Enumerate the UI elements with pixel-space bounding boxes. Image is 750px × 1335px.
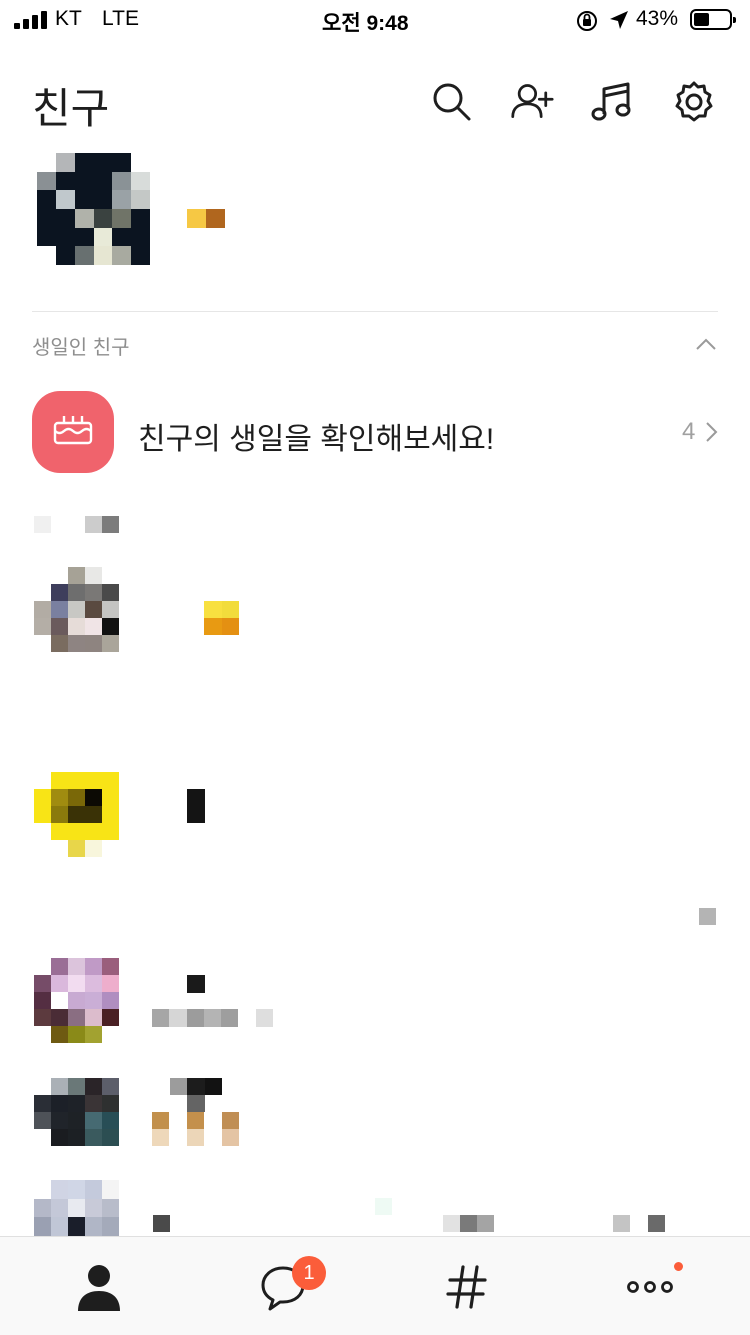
battery-percent: 43% [636,7,679,30]
divider [32,311,718,312]
friend-avatar [34,958,119,1043]
friend-avatar [34,1180,119,1236]
chevron-right-icon[interactable] [704,421,720,443]
friend-name [204,601,239,635]
friend-music-status [443,1215,494,1232]
my-profile-avatar[interactable] [37,153,150,265]
friend-avatar [34,567,119,652]
chat-unread-badge: 1 [292,1256,326,1290]
scroll-indicator[interactable] [699,908,716,925]
status-bar: KT LTE 오전 9:48 43% [0,0,750,40]
my-profile-name [187,209,225,228]
friend-avatar [34,1078,119,1146]
hashtag-tab[interactable] [439,1259,495,1315]
signal-icon [14,11,48,29]
friend-music-status [375,1198,392,1215]
birthday-message[interactable]: 친구의 생일을 확인해보세요! [138,414,494,458]
music-icon[interactable] [590,80,634,124]
friends-tab[interactable] [71,1259,127,1315]
more-new-dot [674,1262,683,1271]
location-icon [610,11,628,29]
birthday-cake-icon [32,391,114,473]
friend-avatar [34,772,119,857]
settings-icon[interactable] [672,80,716,124]
carrier-label: KT [55,7,82,30]
friends-count-label [34,516,119,533]
search-icon[interactable] [430,80,474,124]
friend-status-message [152,1112,239,1146]
network-label: LTE [102,7,139,30]
more-tab[interactable] [622,1259,678,1315]
friend-name [187,975,205,993]
friend-name [187,789,205,823]
chevron-up-icon[interactable] [694,336,718,352]
birthday-count: 4 [682,418,696,445]
tab-bar [0,1236,750,1335]
friend-status-message [152,1009,273,1027]
friend-name [153,1215,170,1232]
battery-icon [690,9,736,30]
orientation-lock-icon [577,11,597,31]
add-friend-icon[interactable] [510,80,554,124]
friend-music-status [613,1215,665,1232]
page-title: 친구 [32,85,110,132]
birthday-section-label: 생일인 친구 [32,337,130,359]
friend-name [170,1078,222,1112]
clock: 오전 9:48 [322,12,409,35]
